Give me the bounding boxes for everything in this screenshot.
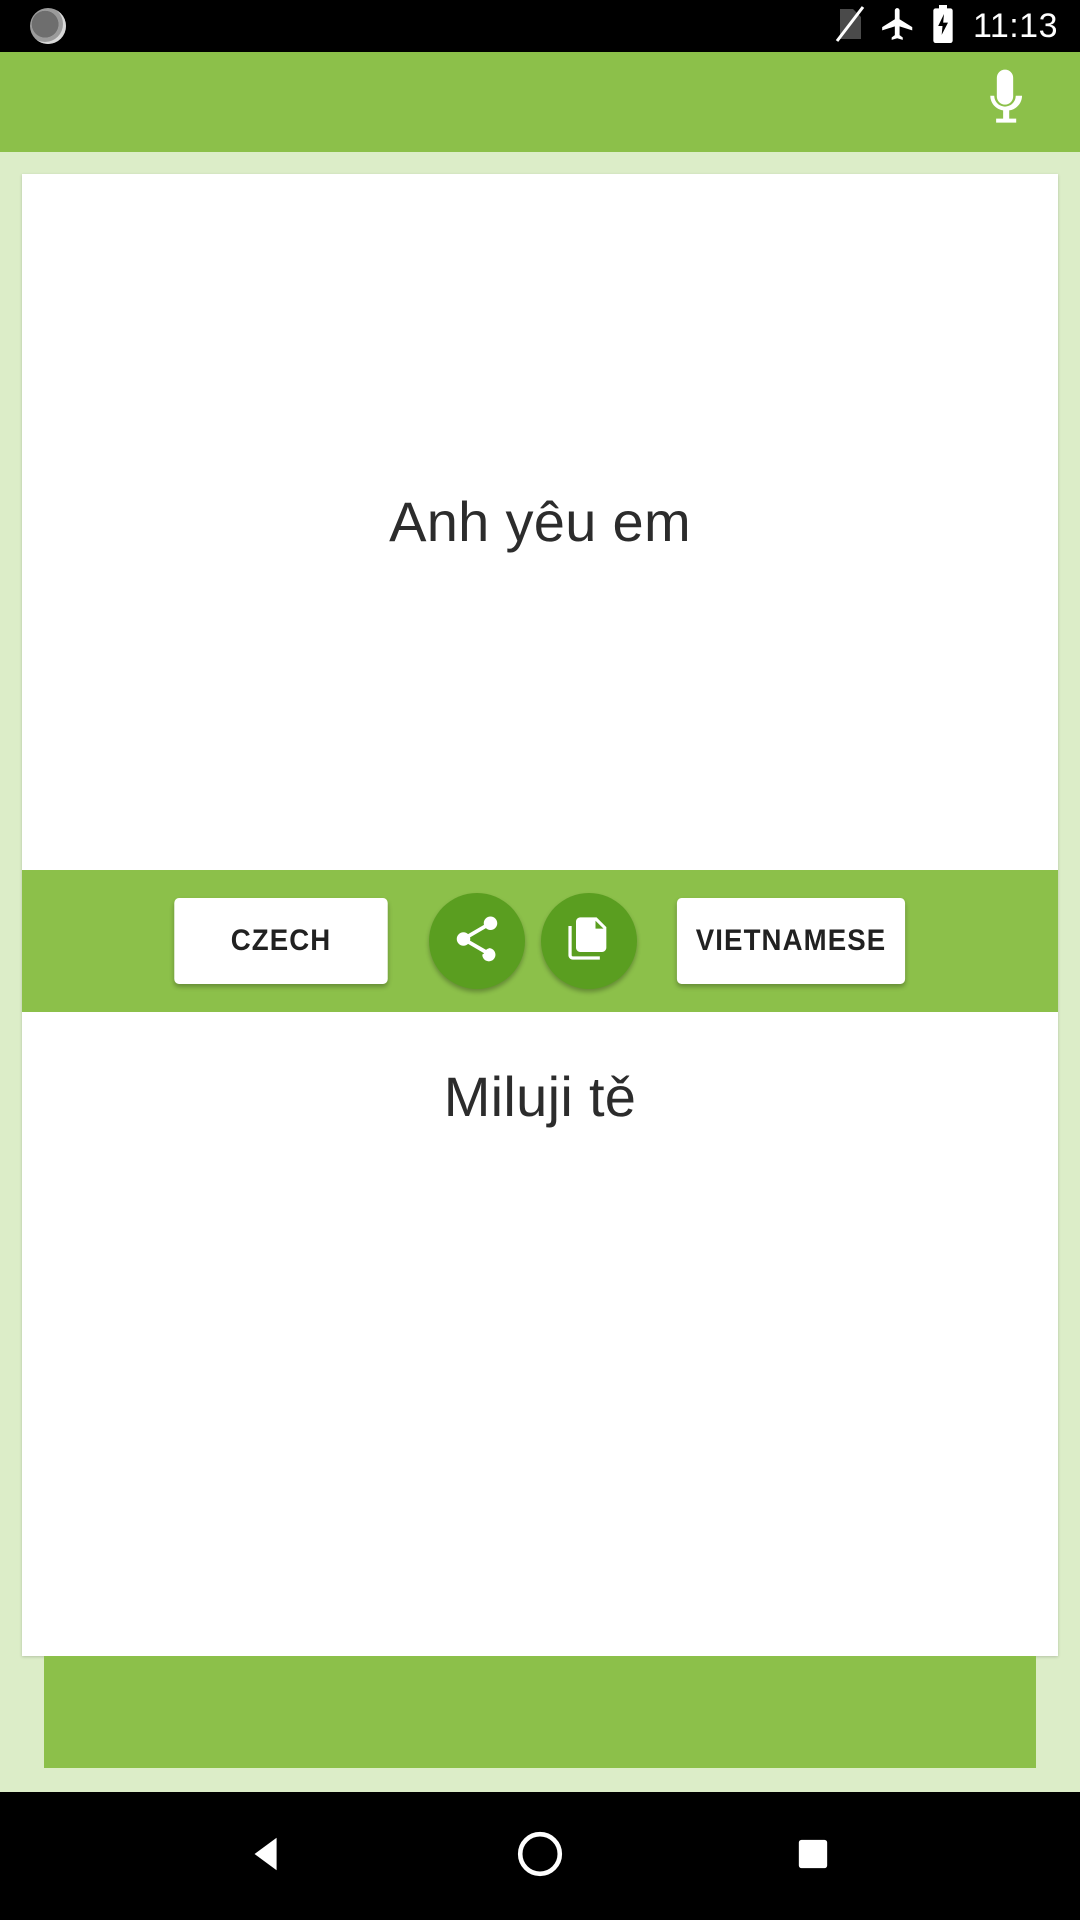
nav-recents-button[interactable]	[765, 1808, 861, 1904]
app-bar	[0, 52, 1080, 152]
notification-circle-icon	[30, 8, 66, 44]
status-bar-system-icons: 11:13	[835, 4, 1058, 49]
nav-home-button[interactable]	[492, 1808, 588, 1904]
home-circle-icon	[515, 1829, 565, 1884]
back-triangle-icon	[244, 1831, 290, 1882]
page-content: Anh yêu em CZECH VIETNAMESE Miluji tě	[0, 152, 1080, 1792]
microphone-button[interactable]	[966, 63, 1044, 141]
copy-icon	[563, 913, 615, 970]
footer-band	[44, 1656, 1036, 1768]
translation-control-bar: CZECH VIETNAMESE	[22, 870, 1058, 1012]
target-text-pane[interactable]: Miluji tě	[22, 1012, 1058, 1656]
status-bar-notifications	[30, 8, 835, 44]
airplane-mode-icon	[879, 5, 917, 48]
source-language-button[interactable]: VIETNAMESE	[676, 898, 906, 984]
target-text: Miluji tě	[443, 1065, 637, 1128]
target-language-button[interactable]: CZECH	[174, 898, 388, 984]
no-sim-icon	[835, 5, 865, 48]
battery-charging-icon	[931, 4, 955, 49]
source-text: Anh yêu em	[389, 490, 691, 553]
nav-back-button[interactable]	[219, 1808, 315, 1904]
share-icon	[450, 912, 504, 971]
recents-square-icon	[793, 1834, 833, 1879]
status-bar-clock: 11:13	[972, 7, 1058, 45]
status-bar: 11:13	[0, 0, 1080, 52]
share-button[interactable]	[429, 893, 525, 989]
copy-button[interactable]	[541, 893, 637, 989]
app-screen: 11:13 Anh yêu em CZECH VIETNAMESE Miluji…	[0, 0, 1080, 1920]
translation-card: Anh yêu em CZECH VIETNAMESE Miluji tě	[22, 174, 1058, 1656]
system-navigation-bar	[0, 1792, 1080, 1920]
source-text-pane[interactable]: Anh yêu em	[22, 174, 1058, 870]
microphone-icon	[977, 64, 1033, 141]
